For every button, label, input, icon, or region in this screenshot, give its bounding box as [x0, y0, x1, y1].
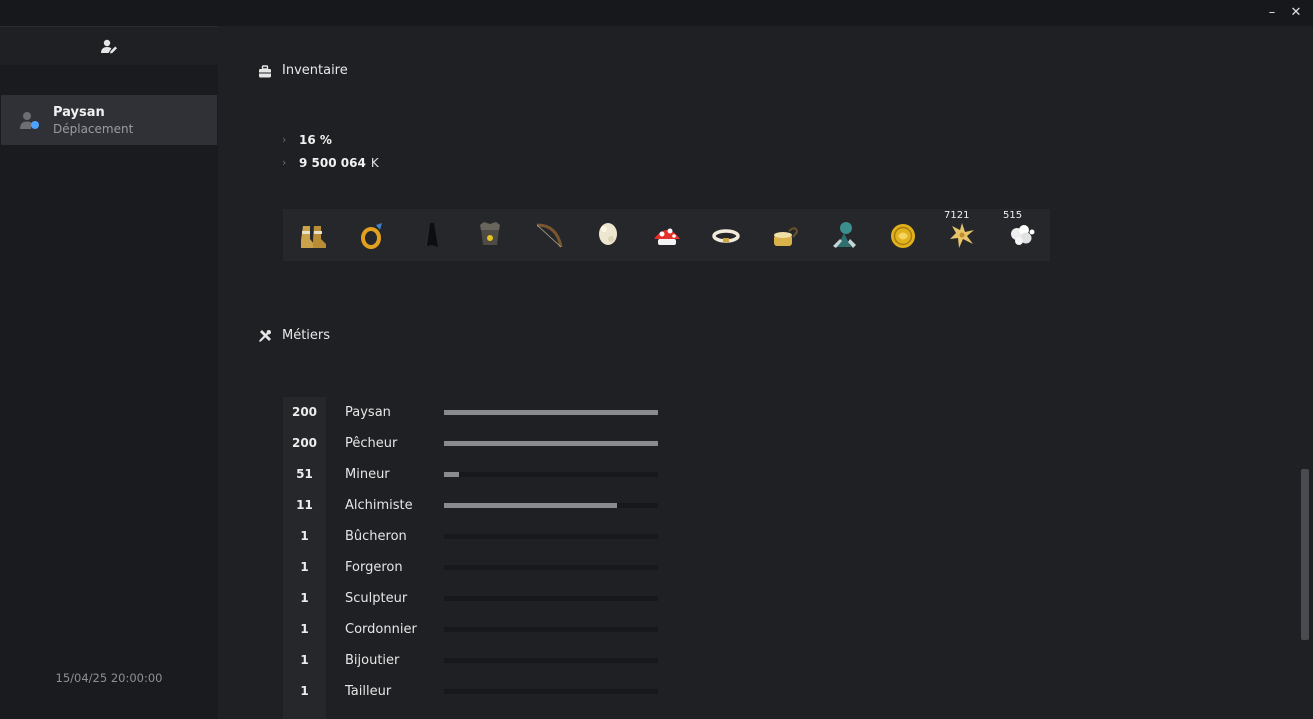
inventory-slot[interactable]: [531, 217, 567, 253]
fluff-item-icon: [1011, 225, 1035, 245]
sidebar-header: [0, 26, 218, 65]
boots-item-icon: [301, 226, 326, 248]
cape-item-icon: [424, 223, 438, 247]
bow-item-icon: [536, 223, 563, 248]
job-level: 1: [300, 622, 309, 636]
bag-item-icon: [774, 227, 799, 246]
wool-item-icon: [599, 223, 617, 245]
job-row[interactable]: 1 Tailleur: [283, 676, 683, 707]
job-progress-bar: [444, 534, 658, 539]
job-level: 200: [291, 405, 318, 419]
job-level: 200: [291, 436, 318, 450]
stat-value: 9 500 064: [299, 156, 366, 170]
inventory-bar: 7121 515: [283, 209, 1050, 261]
inventory-slot[interactable]: [767, 217, 803, 253]
ring-item-icon: [361, 223, 382, 249]
job-row[interactable]: 1 Forgeron: [283, 552, 683, 583]
job-name: Paysan: [345, 405, 391, 420]
job-row[interactable]: 1 Cordonnier: [283, 614, 683, 645]
job-progress-fill: [444, 441, 658, 446]
job-progress-bar: [444, 472, 658, 477]
inventory-slot[interactable]: 515: [1003, 210, 1039, 253]
stat-value: 16 %: [299, 133, 332, 147]
job-progress-bar: [444, 689, 658, 694]
sidebar: Paysan Déplacement 15/04/25 20:00:00: [0, 26, 218, 719]
job-progress-fill: [444, 503, 617, 508]
character-avatar-icon: [20, 112, 39, 129]
job-row[interactable]: 200 Pêcheur: [283, 428, 683, 459]
inventory-slot[interactable]: [649, 217, 685, 253]
inventory-slot[interactable]: [708, 217, 744, 253]
inventory-title: Inventaire: [282, 63, 348, 78]
job-progress-fill: [444, 472, 459, 477]
character-item-paysan[interactable]: Paysan Déplacement: [1, 95, 217, 145]
coin-item-icon: [891, 224, 915, 248]
job-name: Forgeron: [345, 560, 403, 575]
belt-item-icon: [712, 229, 740, 243]
job-name: Cordonnier: [345, 622, 417, 637]
briefcase-icon: [259, 65, 271, 78]
jobs-title: Métiers: [282, 328, 331, 343]
flower-item-icon: [950, 223, 974, 248]
minimize-button[interactable]: –: [1262, 4, 1282, 22]
job-row[interactable]: 1 Bûcheron: [283, 521, 683, 552]
job-progress-bar: [444, 565, 658, 570]
title-bar: – ✕: [0, 0, 1313, 26]
job-level: 1: [300, 529, 309, 543]
job-progress-bar: [444, 503, 658, 508]
inventory-slot[interactable]: [590, 217, 626, 253]
job-level: 1: [300, 684, 309, 698]
pet-item-icon: [833, 222, 856, 248]
character-name: Paysan: [53, 105, 105, 120]
character-status: Déplacement: [53, 122, 134, 136]
job-level: 1: [300, 591, 309, 605]
inventory-slot[interactable]: [354, 217, 390, 253]
job-progress-bar: [444, 410, 658, 415]
stat-unit: K: [370, 156, 379, 170]
job-progress-bar: [444, 658, 658, 663]
job-level: 11: [296, 498, 313, 512]
job-progress-fill: [444, 410, 658, 415]
inventory-slot[interactable]: 7121: [944, 210, 980, 253]
tools-icon: [259, 330, 271, 342]
job-name: Mineur: [345, 467, 390, 482]
job-name: Sculpteur: [345, 591, 408, 606]
hat-item-icon: [480, 222, 500, 245]
inventory-slot[interactable]: [885, 217, 921, 253]
inventory-slot[interactable]: [413, 217, 449, 253]
mushroom-item-icon: [654, 228, 680, 245]
job-row[interactable]: 11 Alchimiste: [283, 490, 683, 521]
item-count: 7121: [944, 210, 970, 221]
job-name: Alchimiste: [345, 498, 413, 513]
job-level: 1: [300, 560, 309, 574]
job-name: Pêcheur: [345, 436, 398, 451]
job-level: 1: [300, 653, 309, 667]
job-progress-bar: [444, 627, 658, 632]
job-row[interactable]: 1 Sculpteur: [283, 583, 683, 614]
job-row[interactable]: 200 Paysan: [283, 397, 683, 428]
job-progress-bar: [444, 596, 658, 601]
chevron-right-icon: ›: [282, 133, 287, 146]
job-name: Bijoutier: [345, 653, 400, 668]
job-row[interactable]: 1 Bijoutier: [283, 645, 683, 676]
close-button[interactable]: ✕: [1286, 4, 1306, 22]
inventory-slot[interactable]: [295, 217, 331, 253]
inventory-slot[interactable]: [826, 217, 862, 253]
inventory-slot[interactable]: [472, 217, 508, 253]
scrollbar-thumb[interactable]: [1301, 469, 1309, 640]
user-edit-icon[interactable]: [100, 39, 118, 55]
sidebar-datetime: 15/04/25 20:00:00: [55, 671, 163, 685]
job-level: 51: [296, 467, 313, 481]
job-name: Bûcheron: [345, 529, 407, 544]
job-name: Tailleur: [345, 684, 392, 699]
chevron-right-icon: ›: [282, 156, 287, 169]
job-progress-bar: [444, 441, 658, 446]
job-row[interactable]: 51 Mineur: [283, 459, 683, 490]
item-count: 515: [1003, 210, 1023, 221]
